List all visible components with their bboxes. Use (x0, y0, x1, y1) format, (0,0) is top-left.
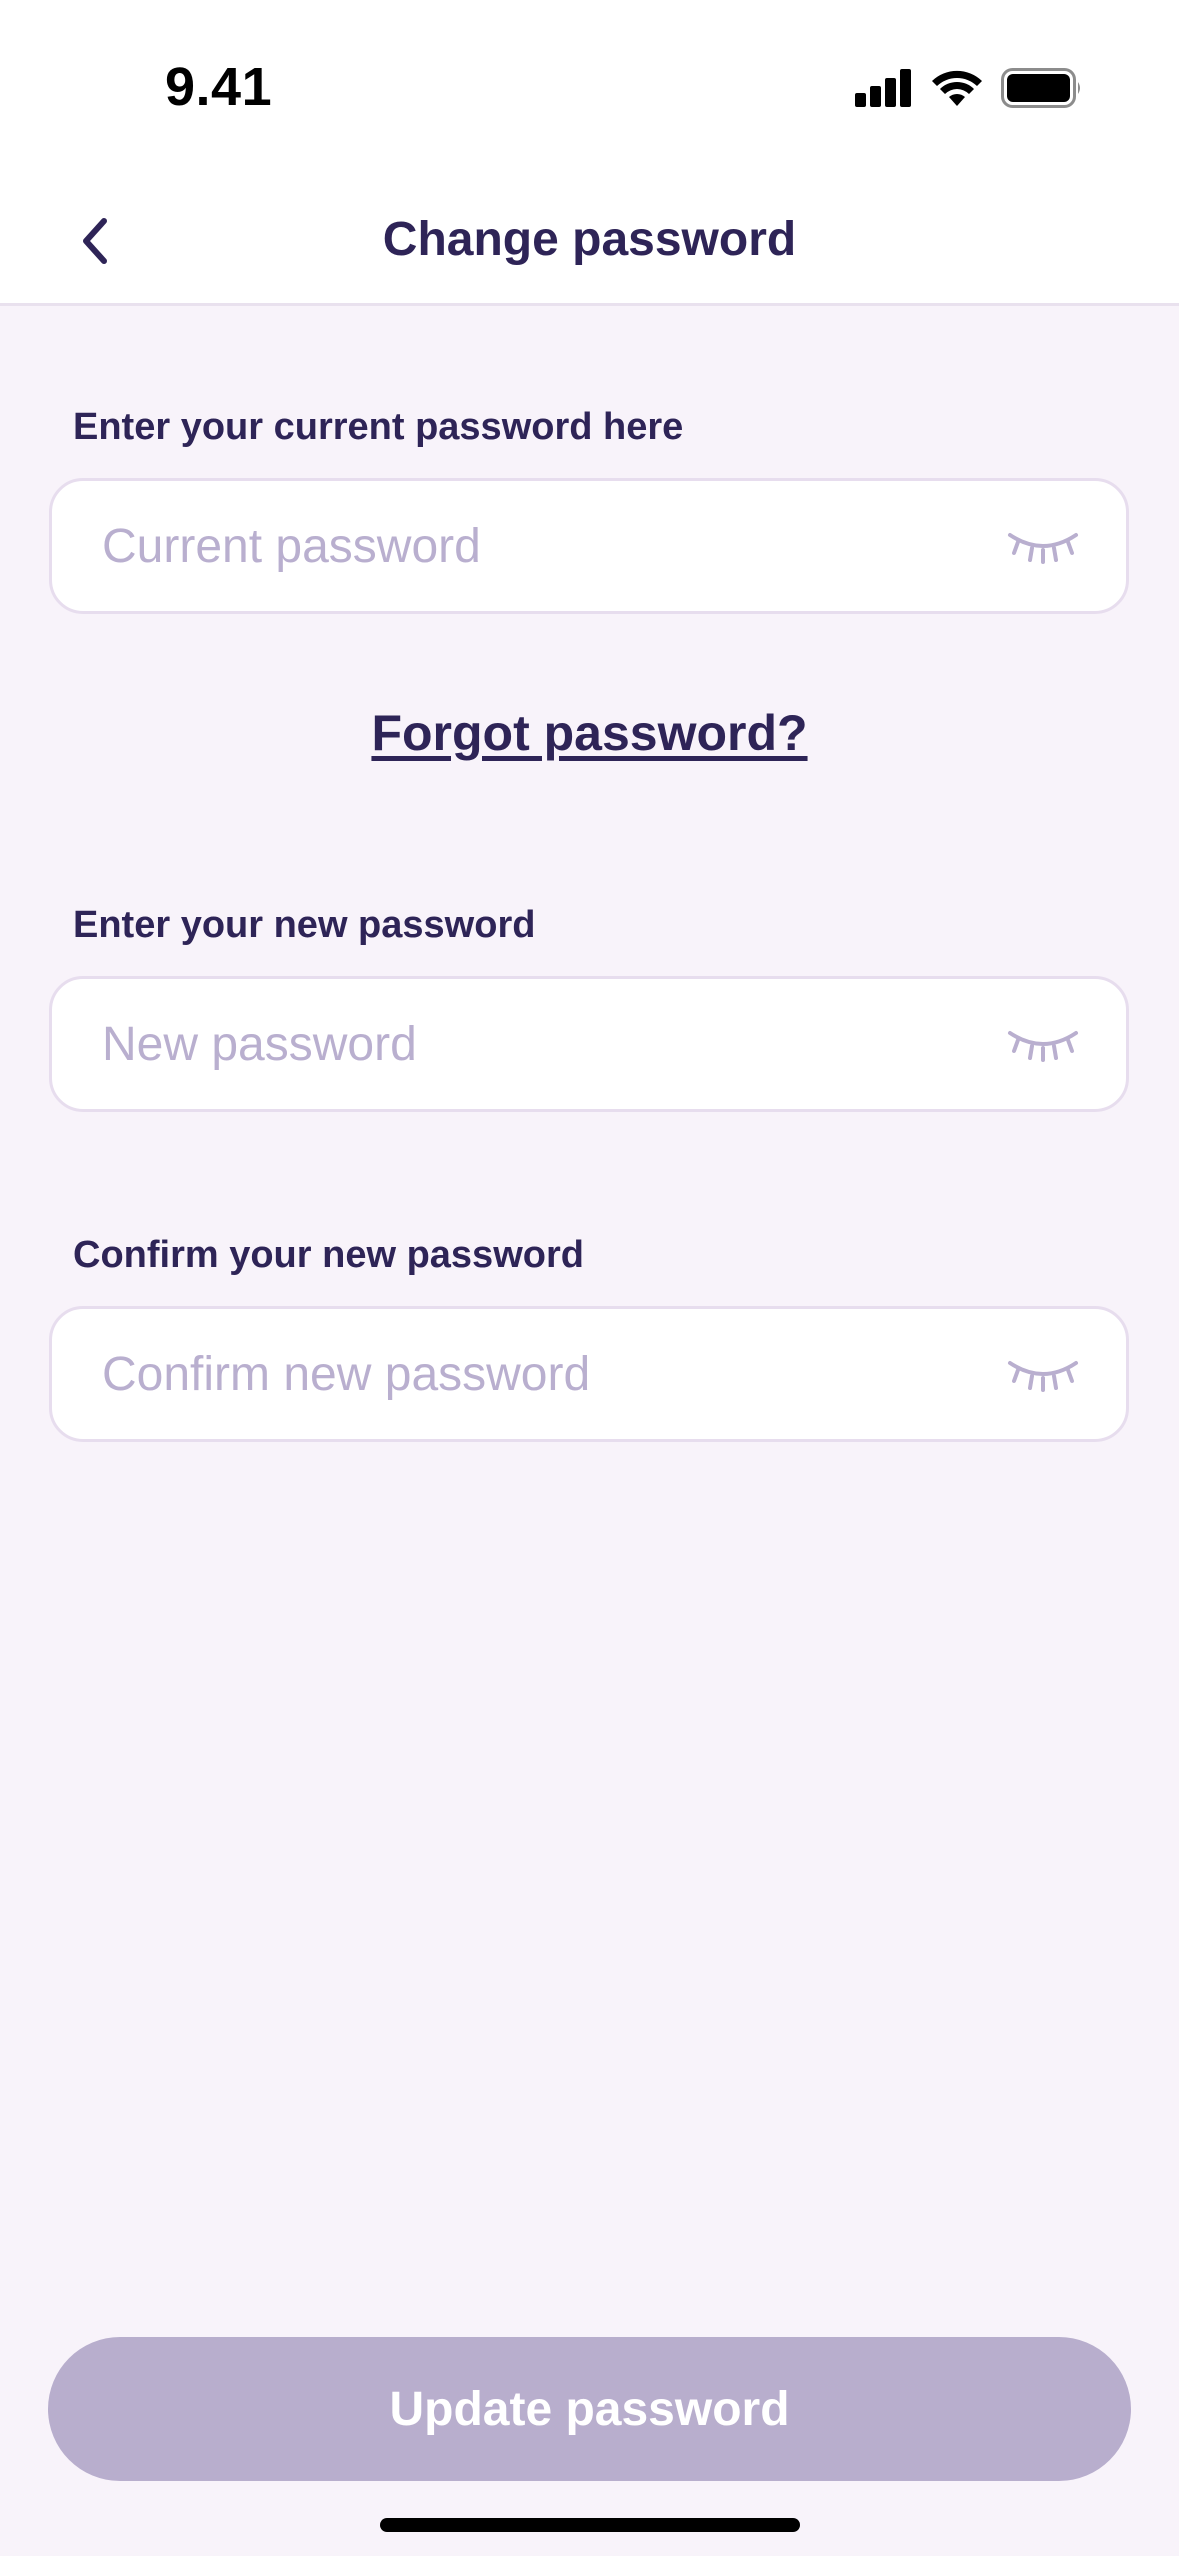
current-password-label: Enter your current password here (73, 406, 684, 448)
home-indicator (380, 2518, 800, 2532)
status-time: 9.41 (165, 57, 273, 117)
battery-icon (1001, 68, 1080, 108)
eye-closed-icon[interactable] (1006, 1019, 1080, 1069)
eye-closed-icon[interactable] (1006, 1349, 1080, 1399)
cellular-signal-icon (855, 69, 911, 107)
new-password-input[interactable] (102, 979, 982, 1109)
current-password-input[interactable] (102, 481, 982, 611)
status-icons (855, 66, 1083, 110)
new-password-label: Enter your new password (73, 904, 536, 946)
confirm-password-input[interactable] (102, 1309, 982, 1439)
eye-closed-icon[interactable] (1006, 521, 1080, 571)
forgot-password-link[interactable]: Forgot password? (0, 704, 1179, 762)
status-bar: 9.41 (0, 0, 1179, 176)
page-title: Change password (382, 213, 797, 266)
update-password-button[interactable]: Update password (48, 2337, 1131, 2481)
new-password-field (49, 976, 1129, 1112)
nav-bar: Change password (0, 176, 1179, 306)
wifi-icon (932, 70, 982, 106)
current-password-field (49, 478, 1129, 614)
confirm-password-label: Confirm your new password (73, 1234, 584, 1276)
confirm-password-field (49, 1306, 1129, 1442)
